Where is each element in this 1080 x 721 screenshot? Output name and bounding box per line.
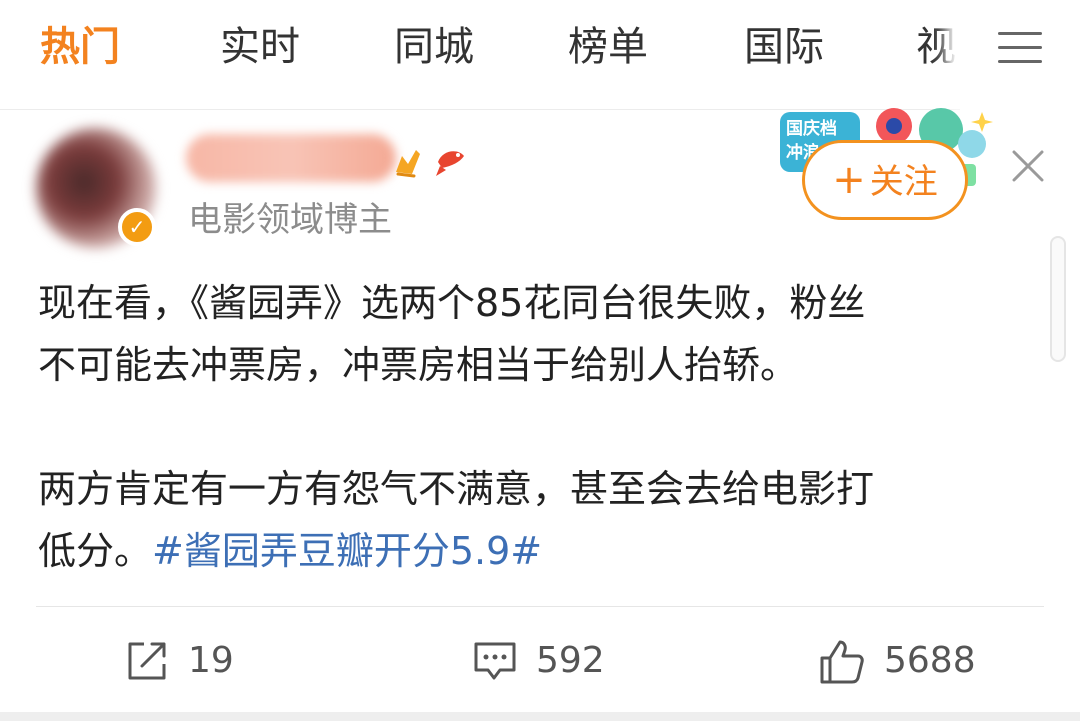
divider: [36, 606, 1044, 607]
repost-count: 19: [188, 640, 234, 681]
author-role: 电影领域博主: [188, 200, 392, 240]
like-count: 5688: [884, 640, 976, 681]
comment-icon: [474, 642, 516, 680]
comment-button[interactable]: 592: [472, 630, 632, 694]
tab-realtime[interactable]: 实时: [220, 22, 300, 72]
top-nav: 热门 实时 同城 榜单 国际 视: [0, 0, 1080, 110]
tab-local[interactable]: 同城: [394, 22, 474, 72]
koi-fish-badge-icon: [436, 151, 464, 176]
comment-count: 592: [536, 640, 605, 681]
post-content: 现在看，《酱园弄》选两个85花同台很失败，粉丝 不可能去冲票房，冲票房相当于给别…: [38, 272, 1038, 582]
follow-button[interactable]: + 关注: [802, 140, 968, 220]
thumb-badge-icon: [396, 150, 420, 178]
repost-icon: [128, 642, 166, 680]
plus-icon: +: [832, 157, 866, 203]
verified-badge-icon: ✓: [118, 208, 156, 246]
follow-label: 关注: [869, 162, 938, 202]
bottom-separator: [0, 712, 1080, 721]
like-button[interactable]: 5688: [818, 630, 998, 694]
content-line-last: 低分。#酱园弄豆瓣开分5.9#: [38, 520, 1038, 582]
tab-international[interactable]: 国际: [744, 22, 824, 72]
tab-video[interactable]: 视: [916, 22, 956, 72]
content-text: 低分。: [38, 529, 153, 573]
hashtag-link[interactable]: #酱园弄豆瓣开分5.9#: [152, 529, 542, 573]
tab-hot[interactable]: 热门: [40, 22, 120, 72]
promo-line-1: 国庆档: [786, 118, 837, 139]
username-blurred[interactable]: [186, 134, 396, 182]
scrollbar[interactable]: [1050, 236, 1066, 362]
thumbs-up-icon: [820, 640, 864, 684]
content-line: 不可能去冲票房，冲票房相当于给别人抬轿。: [38, 343, 799, 387]
repost-button[interactable]: 19: [124, 630, 264, 694]
close-icon[interactable]: [1008, 146, 1048, 186]
content-line: 现在看，《酱园弄》选两个85花同台很失败，粉丝: [38, 281, 866, 325]
tab-rankings[interactable]: 榜单: [568, 22, 648, 72]
content-line: 两方肯定有一方有怨气不满意，甚至会去给电影打: [38, 467, 875, 511]
hamburger-menu-icon[interactable]: [998, 28, 1042, 64]
